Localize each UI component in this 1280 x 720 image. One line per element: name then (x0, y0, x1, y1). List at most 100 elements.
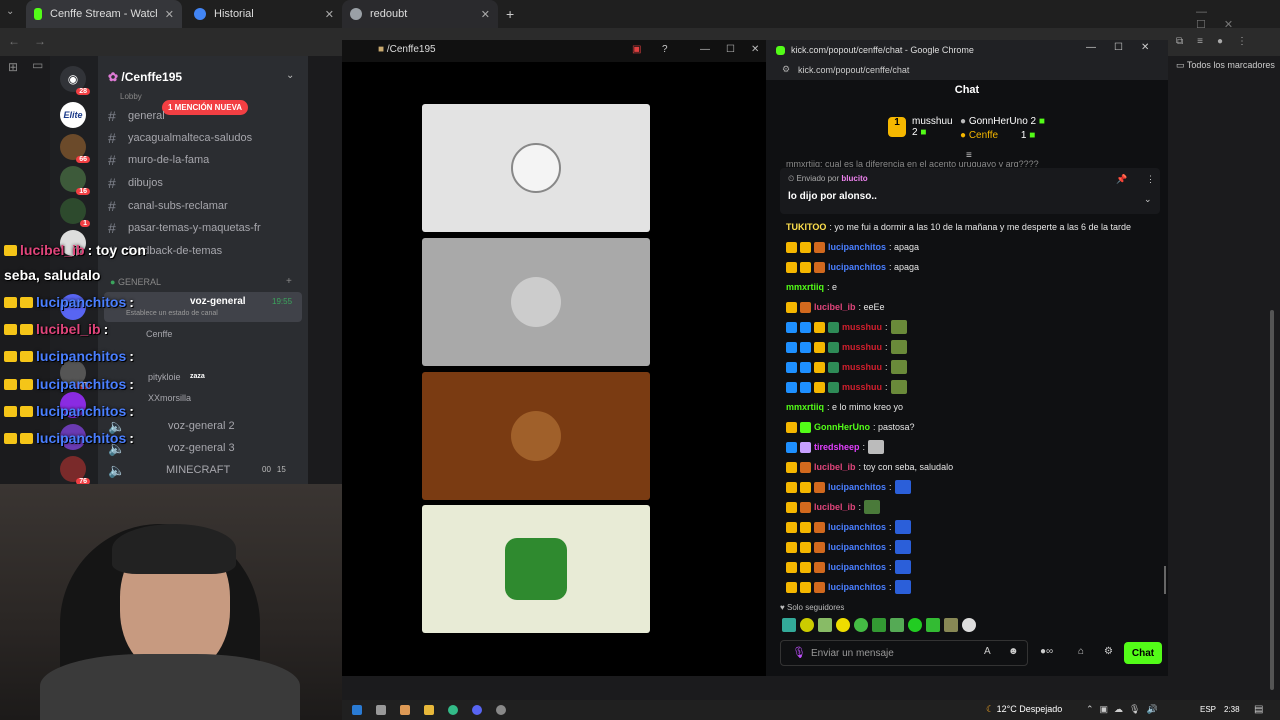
unpin-icon[interactable]: 📌 (1116, 174, 1127, 185)
category-lobby[interactable]: Lobby (120, 92, 142, 101)
kick-window-controls[interactable]: —☐✕ (1086, 42, 1167, 53)
emote-icon[interactable] (782, 618, 796, 632)
settings-icon[interactable]: ⚙ (1104, 646, 1113, 657)
chat-username[interactable]: mmxrtiiq (786, 282, 824, 292)
emote-icon[interactable] (872, 618, 886, 632)
chat-username[interactable]: lucibel_ib (814, 302, 856, 312)
category-general[interactable]: ● GENERAL (110, 277, 161, 287)
chat-message[interactable]: musshuu: (786, 380, 907, 394)
emote-icon[interactable] (854, 618, 868, 632)
close-icon[interactable]: ✕ (165, 8, 174, 21)
avatar[interactable]: ● (1217, 36, 1223, 47)
chat-username[interactable]: musshuu (842, 342, 882, 352)
microphone-icon[interactable]: 🎙 (792, 646, 806, 659)
tab-search-icon[interactable]: ⌄ (6, 6, 22, 22)
server-icon[interactable]: 76 (60, 456, 90, 485)
chat-message[interactable]: lucipanchitos: apaga (786, 260, 919, 274)
taskview-icon[interactable] (376, 705, 386, 715)
chat-message[interactable]: lucibel_ib: eeEe (786, 300, 885, 314)
chat-username[interactable]: GonnHerUno (814, 422, 870, 432)
screen-share-icon[interactable]: ▣ (632, 44, 641, 55)
chat-username[interactable]: musshuu (842, 382, 882, 392)
leaderboard-entry[interactable]: musshuu 2 ■ (912, 116, 953, 138)
close-icon[interactable]: ✕ (481, 8, 490, 21)
chevron-down-icon[interactable]: ⌄ (1144, 194, 1152, 205)
chat-message[interactable]: lucibel_ib: toy con seba, saludalo (786, 460, 953, 474)
tray-icons[interactable]: ⌃▣☁🎙🔊 (1086, 704, 1164, 715)
channel-general[interactable]: # general (108, 108, 165, 124)
chat-message[interactable]: lucipanchitos: (786, 560, 911, 574)
bookmarks-all[interactable]: ▭ Todos los marcadores (1176, 60, 1275, 71)
chat-message[interactable]: musshuu: (786, 360, 907, 374)
translate-icon[interactable]: A (984, 646, 991, 657)
leaderboard-entry[interactable]: ● Cenffe 1 ■ (960, 130, 1035, 141)
call-participant-tile[interactable] (422, 372, 650, 500)
chat-username[interactable]: lucipanchitos (828, 482, 886, 492)
server-icon[interactable]: 1 (60, 198, 90, 227)
add-channel-icon[interactable]: + (286, 276, 292, 287)
chat-username[interactable]: tiredsheep (814, 442, 860, 452)
chat-message[interactable]: lucipanchitos: (786, 520, 911, 534)
language-indicator[interactable]: ESP (1200, 705, 1216, 714)
chat-scrollbar[interactable] (1164, 566, 1166, 594)
channel-muro-de-la-fama[interactable]: # muro-de-la-fama (108, 152, 209, 168)
tab-historial[interactable]: Historial ✕ (186, 0, 342, 28)
emote-icon[interactable] (962, 618, 976, 632)
chat-message[interactable]: lucipanchitos: (786, 480, 911, 494)
page-scrollbar[interactable] (1270, 310, 1274, 690)
close-icon[interactable]: ✕ (325, 8, 334, 21)
chat-username[interactable]: lucipanchitos (828, 242, 886, 252)
call-window-controls[interactable]: —☐✕ (700, 44, 775, 55)
voice-user[interactable]: XXmorsilla (148, 393, 191, 403)
apps-grid-icon[interactable]: ⊞ (8, 60, 18, 74)
chat-message[interactable]: lucipanchitos: apaga (786, 240, 919, 254)
server-name[interactable]: ✿ /Cenffe195 (108, 70, 182, 84)
chat-username[interactable]: mmxrtiiq (786, 402, 824, 412)
chat-message[interactable]: mmxrtiiq: e lo mimo kreo yo (786, 400, 903, 414)
emote-icon[interactable] (890, 618, 904, 632)
server-elite-icon[interactable]: Elite (60, 102, 86, 128)
emoji-icon[interactable]: ☻ (1008, 646, 1019, 657)
chat-username[interactable]: lucipanchitos (828, 562, 886, 572)
leaderboard-entry[interactable]: ● GonnHerUno 2 ■ (960, 116, 1045, 127)
emote-icon[interactable] (908, 618, 922, 632)
voice-user[interactable]: pitykloie (148, 372, 181, 382)
voice-status[interactable]: Establece un estado de canal (126, 310, 218, 317)
store-icon[interactable]: ⌂ (1078, 646, 1084, 657)
menu-icon[interactable]: ≡ (1197, 36, 1203, 47)
chat-username[interactable]: lucipanchitos (828, 582, 886, 592)
call-participant-tile[interactable] (422, 104, 650, 232)
voice-user[interactable]: Cenffe (146, 329, 172, 339)
site-info-icon[interactable]: ⚙ (782, 64, 790, 75)
tab-redoubt[interactable]: redoubt ✕ (342, 0, 498, 28)
notifications-icon[interactable]: ▤ (1254, 704, 1263, 715)
discord-home-icon[interactable]: ◉ 28 (60, 66, 90, 95)
server-icon[interactable]: 16 (60, 166, 90, 195)
extensions-icon[interactable]: ⧉ (1176, 36, 1183, 47)
more-options-icon[interactable]: ⋮ (1237, 36, 1247, 47)
chat-message[interactable]: musshuu: (786, 340, 907, 354)
chat-username[interactable]: lucipanchitos (828, 542, 886, 552)
emote-icon[interactable] (926, 618, 940, 632)
tab-kick-stream[interactable]: Cenffe Stream - Watch Live on K ✕ (26, 0, 182, 28)
chat-username[interactable]: lucibel_ib (814, 462, 856, 472)
users-icon[interactable]: ●∞ (1040, 646, 1053, 657)
chat-username[interactable]: TUKITOO (786, 222, 826, 232)
new-mention-badge[interactable]: 1 MENCIÓN NUEVA (162, 100, 249, 115)
obs-icon[interactable] (496, 705, 506, 715)
chat-message[interactable]: musshuu: (786, 320, 907, 334)
channel-canal-subs-reclamar[interactable]: # canal-subs-reclamar (108, 198, 228, 214)
chat-username[interactable]: lucibel_ib (814, 502, 856, 512)
weather-widget[interactable]: ☾ 12°C Despejado (986, 704, 1062, 715)
bookmark-folder-icon[interactable]: ▭ (32, 58, 43, 72)
clock[interactable]: 2:38 (1224, 705, 1240, 714)
channel-yacagualmalteca-saludos[interactable]: # yacagualmalteca-saludos (108, 130, 252, 146)
more-options-icon[interactable]: ⋮ (1146, 174, 1155, 185)
chat-username[interactable]: lucipanchitos (828, 522, 886, 532)
discord-icon[interactable] (472, 705, 482, 715)
emote-icon[interactable] (800, 618, 814, 632)
new-tab-button[interactable]: + (506, 6, 514, 22)
emote-icon[interactable] (944, 618, 958, 632)
server-icon[interactable]: 66 (60, 134, 90, 163)
forward-icon[interactable]: → (34, 34, 46, 48)
